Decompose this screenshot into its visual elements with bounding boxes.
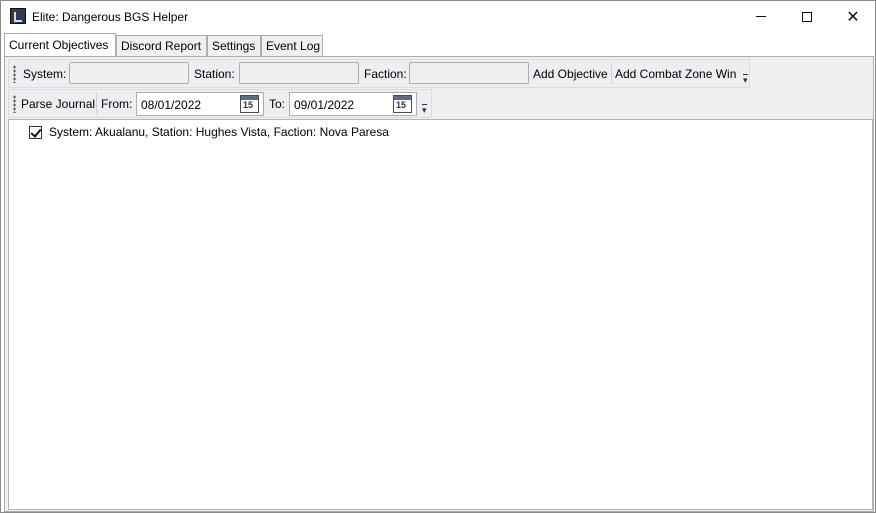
system-label: System:: [23, 67, 67, 81]
tab-current-objectives[interactable]: Current Objectives: [4, 33, 116, 56]
toolbar-separator: [611, 63, 612, 84]
add-objective-button[interactable]: Add Objective: [533, 67, 608, 81]
minimize-icon: [756, 16, 766, 17]
checkbox-icon[interactable]: [29, 125, 42, 139]
toolbar-separator: [96, 93, 97, 114]
from-date-value: 08/01/2022: [141, 98, 202, 112]
add-combat-zone-win-button[interactable]: Add Combat Zone Win: [615, 67, 736, 81]
station-input[interactable]: [239, 62, 359, 84]
from-label: From:: [101, 97, 133, 111]
tab-event-log[interactable]: Event Log: [261, 35, 323, 56]
from-date-picker[interactable]: 08/01/2022 15: [136, 92, 264, 116]
close-icon: ✕: [846, 8, 860, 26]
maximize-icon: [802, 11, 812, 22]
parse-journal-button[interactable]: Parse Journal: [21, 97, 95, 111]
minimize-button[interactable]: [738, 1, 784, 32]
app-icon: [10, 8, 26, 24]
toolbar-overflow-button[interactable]: ▾: [743, 74, 748, 85]
station-label: Station:: [194, 67, 235, 81]
chevron-down-icon: ▾: [743, 75, 748, 85]
tab-discord-report[interactable]: Discord Report: [116, 35, 207, 56]
objective-item[interactable]: System: Akualanu, Station: Hughes Vista,…: [29, 124, 389, 140]
tab-settings[interactable]: Settings: [207, 35, 261, 56]
calendar-icon[interactable]: 15: [393, 95, 412, 113]
faction-label: Faction:: [364, 67, 407, 81]
close-button[interactable]: ✕: [830, 1, 876, 32]
objective-toolbar: System: Station: Faction: Add Objective …: [8, 59, 750, 88]
faction-input[interactable]: [409, 62, 529, 84]
current-objectives-panel: System: Station: Faction: Add Objective …: [4, 56, 874, 512]
toolbar-grip[interactable]: [13, 65, 16, 83]
system-input[interactable]: [69, 62, 189, 84]
objective-label: System: Akualanu, Station: Hughes Vista,…: [49, 125, 389, 139]
to-date-picker[interactable]: 09/01/2022 15: [289, 92, 417, 116]
tab-strip: Current Objectives Discord Report Settin…: [3, 33, 875, 56]
journal-toolbar: Parse Journal From: 08/01/2022 15 To: 09…: [8, 89, 432, 118]
maximize-button[interactable]: [784, 1, 830, 32]
calendar-icon[interactable]: 15: [240, 95, 259, 113]
objectives-tree[interactable]: System: Akualanu, Station: Hughes Vista,…: [8, 119, 873, 510]
to-label: To:: [269, 97, 286, 111]
app-window: Elite: Dangerous BGS Helper ✕ Current Ob…: [0, 0, 876, 513]
toolbar-grip[interactable]: [13, 95, 16, 113]
title-bar[interactable]: Elite: Dangerous BGS Helper ✕: [1, 1, 875, 32]
chevron-down-icon: ▾: [422, 105, 427, 115]
toolbar-overflow-button[interactable]: ▾: [422, 104, 427, 115]
window-title: Elite: Dangerous BGS Helper: [32, 10, 189, 24]
to-date-value: 09/01/2022: [294, 98, 355, 112]
